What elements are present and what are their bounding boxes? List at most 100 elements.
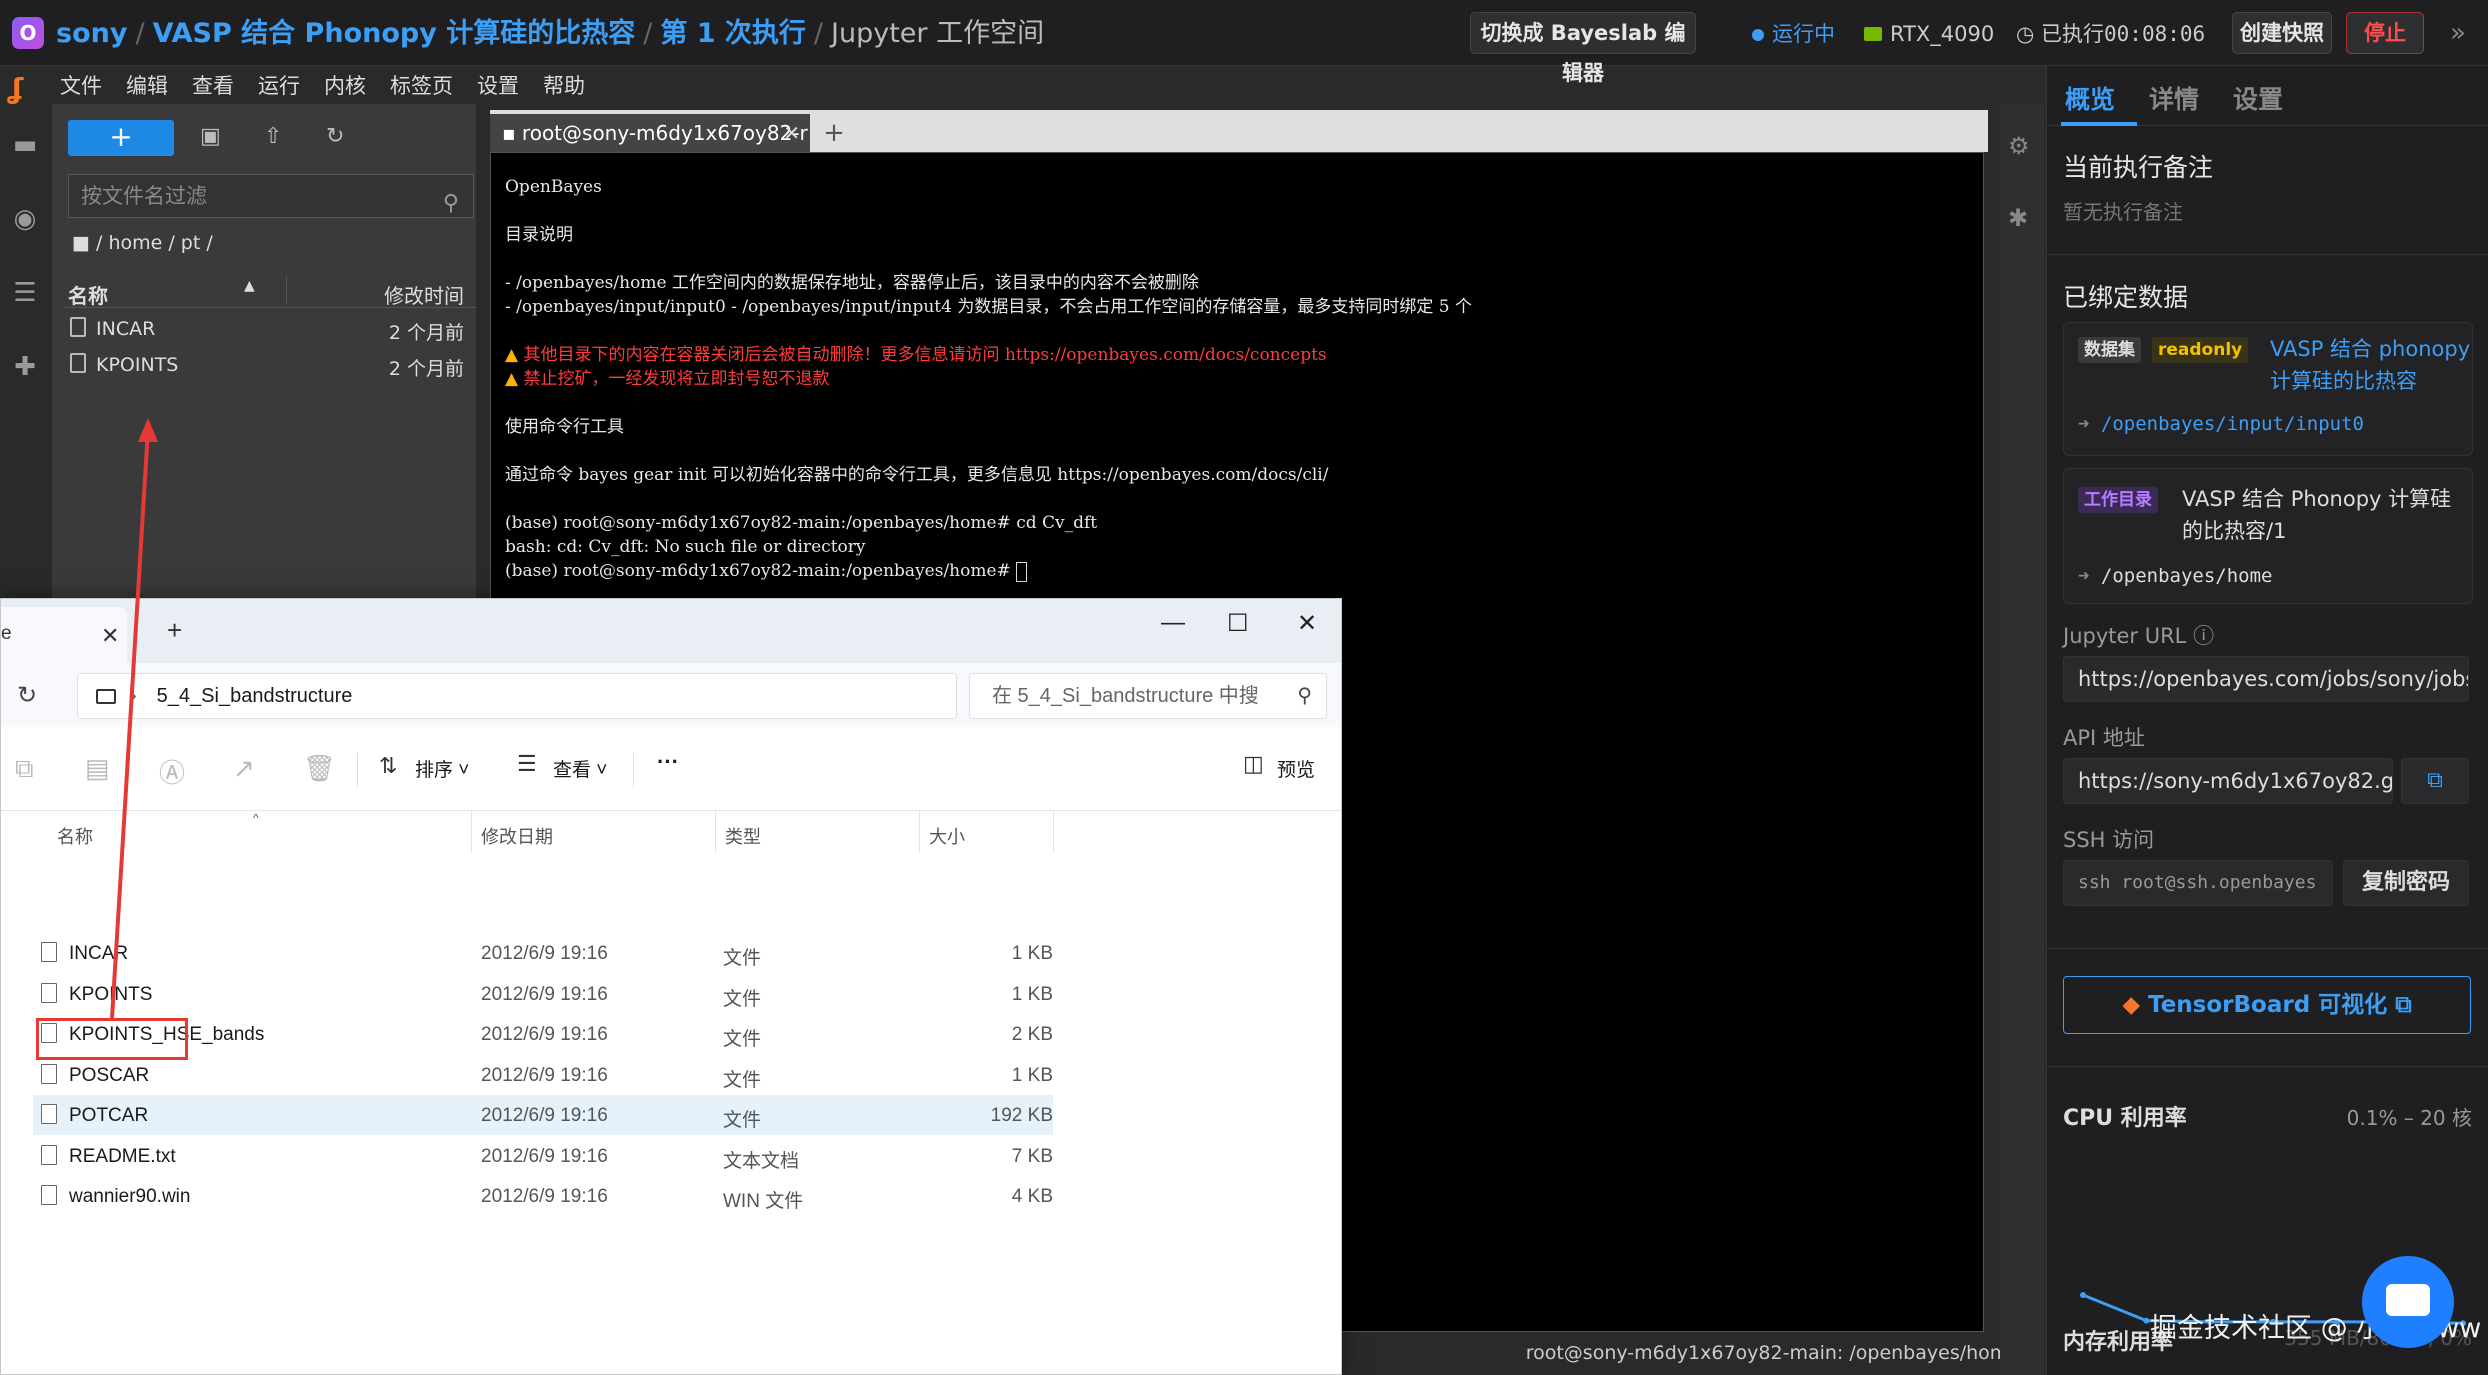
collapse-panel-icon[interactable]: » — [2450, 18, 2466, 48]
switch-editor-button[interactable]: 切换成 Bayeslab 编辑器 — [1470, 12, 1696, 85]
computer-icon — [96, 689, 116, 705]
file-filter-placeholder: 按文件名过滤 — [81, 184, 207, 208]
menu-run[interactable]: 运行 — [246, 68, 312, 104]
menu-settings[interactable]: 设置 — [465, 68, 531, 104]
file-filter-input[interactable]: 按文件名过滤 ⚲ — [68, 174, 474, 218]
breadcrumb-run[interactable]: 第 1 次执行 — [660, 18, 806, 49]
job-info-panel: 概览 详情 设置 当前执行备注 暂无执行备注 已绑定数据 数据集 readonl… — [2046, 66, 2488, 1375]
create-snapshot-button[interactable]: 创建快照 — [2232, 12, 2332, 54]
menu-kernel[interactable]: 内核 — [312, 68, 378, 104]
chevron-right-icon: › — [130, 685, 137, 707]
jupyter-url-field[interactable]: https://openbayes.com/jobs/sony/jobs — [2063, 656, 2469, 702]
workdir-card[interactable]: 工作目录 VASP 结合 Phonopy 计算硅 的比热容/1 ➜ /openba… — [2063, 468, 2473, 604]
close-icon[interactable]: ✕ — [101, 623, 119, 649]
upload-icon[interactable]: ⇧ — [264, 124, 282, 149]
col-name-header[interactable]: 名称 — [68, 280, 108, 309]
dataset-badge: 数据集 — [2078, 337, 2141, 363]
tab-overview[interactable]: 概览 — [2065, 80, 2115, 116]
folder-icon[interactable]: ▬ — [10, 130, 40, 160]
warning-text: 其他目录下的内容在容器关闭后会被自动删除！更多信息请访问 https://ope… — [523, 345, 1327, 365]
dataset-card[interactable]: 数据集 readonly VASP 结合 phonopy 计算硅的比热容 ➜ /o… — [2063, 322, 2473, 456]
bound-data-title: 已绑定数据 — [2063, 283, 2189, 312]
file-row[interactable]: INCAR 2 个月前 — [64, 310, 476, 346]
stop-button[interactable]: 停止 — [2346, 12, 2424, 54]
file-icon — [41, 1104, 57, 1124]
paste-icon[interactable]: ▤ — [85, 753, 110, 784]
gpu-label: RTX_4090 — [1890, 22, 1995, 46]
more-options-icon[interactable]: ··· — [657, 749, 679, 775]
delete-icon[interactable]: 🗑 — [303, 753, 336, 784]
rename-icon[interactable]: Ⓐ — [159, 753, 185, 790]
warning-icon: ▲ — [505, 369, 524, 389]
openbayes-logo[interactable]: O — [12, 17, 44, 49]
new-tab-icon[interactable]: + — [167, 615, 182, 646]
ssh-command-field[interactable]: ssh root@ssh.openbayes — [2063, 860, 2333, 906]
menu-help[interactable]: 帮助 — [531, 68, 597, 104]
view-button[interactable]: 查看 ˅ — [553, 755, 607, 782]
explorer-file-row[interactable]: POTCAR 2012/6/9 19:16 文件 192 KB — [33, 1095, 1053, 1135]
new-folder-icon[interactable]: ▣ — [200, 124, 221, 149]
col-size-header[interactable]: 大小 — [929, 823, 965, 849]
share-icon[interactable]: ↗ — [233, 753, 255, 784]
maximize-icon[interactable]: ☐ — [1227, 609, 1249, 638]
menu-edit[interactable]: 编辑 — [114, 68, 180, 104]
file-name: wannier90.win — [69, 1186, 191, 1207]
file-row[interactable]: KPOINTS 2 个月前 — [64, 346, 476, 382]
menu-view[interactable]: 查看 — [180, 68, 246, 104]
file-size: 2 KB — [1011, 1024, 1053, 1045]
copy-password-button[interactable]: 复制密码 — [2343, 860, 2469, 906]
chat-icon[interactable] — [2362, 1256, 2454, 1348]
tab-settings[interactable]: 设置 — [2233, 80, 2283, 116]
explorer-file-row[interactable]: POSCAR 2012/6/9 19:16 文件 1 KB — [33, 1055, 1053, 1095]
file-date: 2012/6/9 19:16 — [481, 1186, 608, 1207]
explorer-search-input[interactable]: 在 5_4_Si_bandstructure 中搜 ⚲ — [969, 673, 1327, 719]
table-of-contents-icon[interactable]: ☰ — [10, 278, 40, 308]
explorer-toolbar: ⧉ ▤ Ⓐ ↗ 🗑 ⇅ 排序 ˅ ☰ 查看 ˅ ··· ◫ 预览 — [1, 727, 1341, 811]
running-kernels-icon[interactable]: ◉ — [10, 204, 40, 234]
explorer-file-row[interactable]: INCAR 2012/6/9 19:16 文件 1 KB — [33, 933, 1053, 973]
col-name-header[interactable]: 名称 — [57, 823, 93, 849]
file-path-breadcrumb[interactable]: ■ / home / pt / — [72, 232, 213, 254]
sort-button[interactable]: 排序 ˅ — [415, 755, 469, 782]
extension-icon[interactable]: ✚ — [10, 352, 40, 382]
dataset-name[interactable]: VASP 结合 phonopy 计算硅的比热容 — [2270, 333, 2470, 397]
open-external-icon[interactable]: ⧉ — [2401, 758, 2469, 804]
tab-details[interactable]: 详情 — [2149, 80, 2199, 116]
explorer-tab[interactable]: e ✕ — [1, 607, 127, 663]
close-icon[interactable]: ✕ — [783, 114, 800, 152]
col-modified-header[interactable]: 修改时间 — [384, 280, 464, 309]
file-name: KPOINTS — [96, 354, 179, 376]
explorer-file-row[interactable]: wannier90.win 2012/6/9 19:16 WIN 文件 4 KB — [33, 1176, 1053, 1216]
breadcrumb-project[interactable]: VASP 结合 Phonopy 计算硅的比热容 — [153, 18, 636, 49]
tensorboard-button[interactable]: ◆ TensorBoard 可视化 ⧉ — [2063, 976, 2471, 1034]
copy-icon[interactable]: ⧉ — [15, 753, 34, 785]
menu-tabs[interactable]: 标签页 — [378, 68, 465, 104]
breadcrumb-user[interactable]: sony — [56, 18, 127, 49]
address-bar[interactable]: › 5_4_Si_bandstructure — [77, 673, 957, 719]
terminal-line: OpenBayes — [505, 177, 602, 197]
minimize-icon[interactable]: — — [1161, 609, 1185, 637]
menu-file[interactable]: 文件 — [48, 68, 114, 104]
preview-button[interactable]: 预览 — [1277, 755, 1315, 782]
file-size: 4 KB — [1011, 1186, 1053, 1207]
close-window-icon[interactable]: ✕ — [1297, 609, 1317, 638]
file-name: INCAR — [69, 943, 129, 964]
api-url-label: API 地址 — [2063, 726, 2145, 750]
debugger-icon[interactable]: ✱ — [2008, 204, 2028, 232]
refresh-icon[interactable]: ↻ — [326, 124, 344, 149]
add-tab-button[interactable]: + — [816, 116, 852, 152]
terminal-tab[interactable]: ▪ root@sony-m6dy1x67oy82-r ✕ — [490, 114, 810, 152]
file-type: 文本文档 — [723, 1150, 800, 1172]
explorer-file-row[interactable]: README.txt 2012/6/9 19:16 文本文档 7 KB — [33, 1136, 1053, 1176]
property-inspector-icon[interactable]: ⚙ — [2008, 132, 2030, 160]
address-row: ↻ › 5_4_Si_bandstructure 在 5_4_Si_bandstr… — [1, 663, 1341, 727]
col-type-header[interactable]: 类型 — [725, 823, 761, 849]
info-icon[interactable]: ⓘ — [2193, 624, 2214, 648]
new-launcher-button[interactable]: + — [68, 120, 174, 156]
col-date-header[interactable]: 修改日期 — [481, 823, 553, 849]
explorer-file-row[interactable]: KPOINTS 2012/6/9 19:16 文件 1 KB — [33, 974, 1053, 1014]
refresh-icon[interactable]: ↻ — [17, 681, 37, 710]
api-url-field[interactable]: https://sony-m6dy1x67oy82.ge — [2063, 758, 2393, 804]
jupyter-url-label: Jupyter URL ⓘ — [2063, 620, 2214, 650]
terminal-line: (base) root@sony-m6dy1x67oy82-main:/open… — [505, 513, 1098, 533]
